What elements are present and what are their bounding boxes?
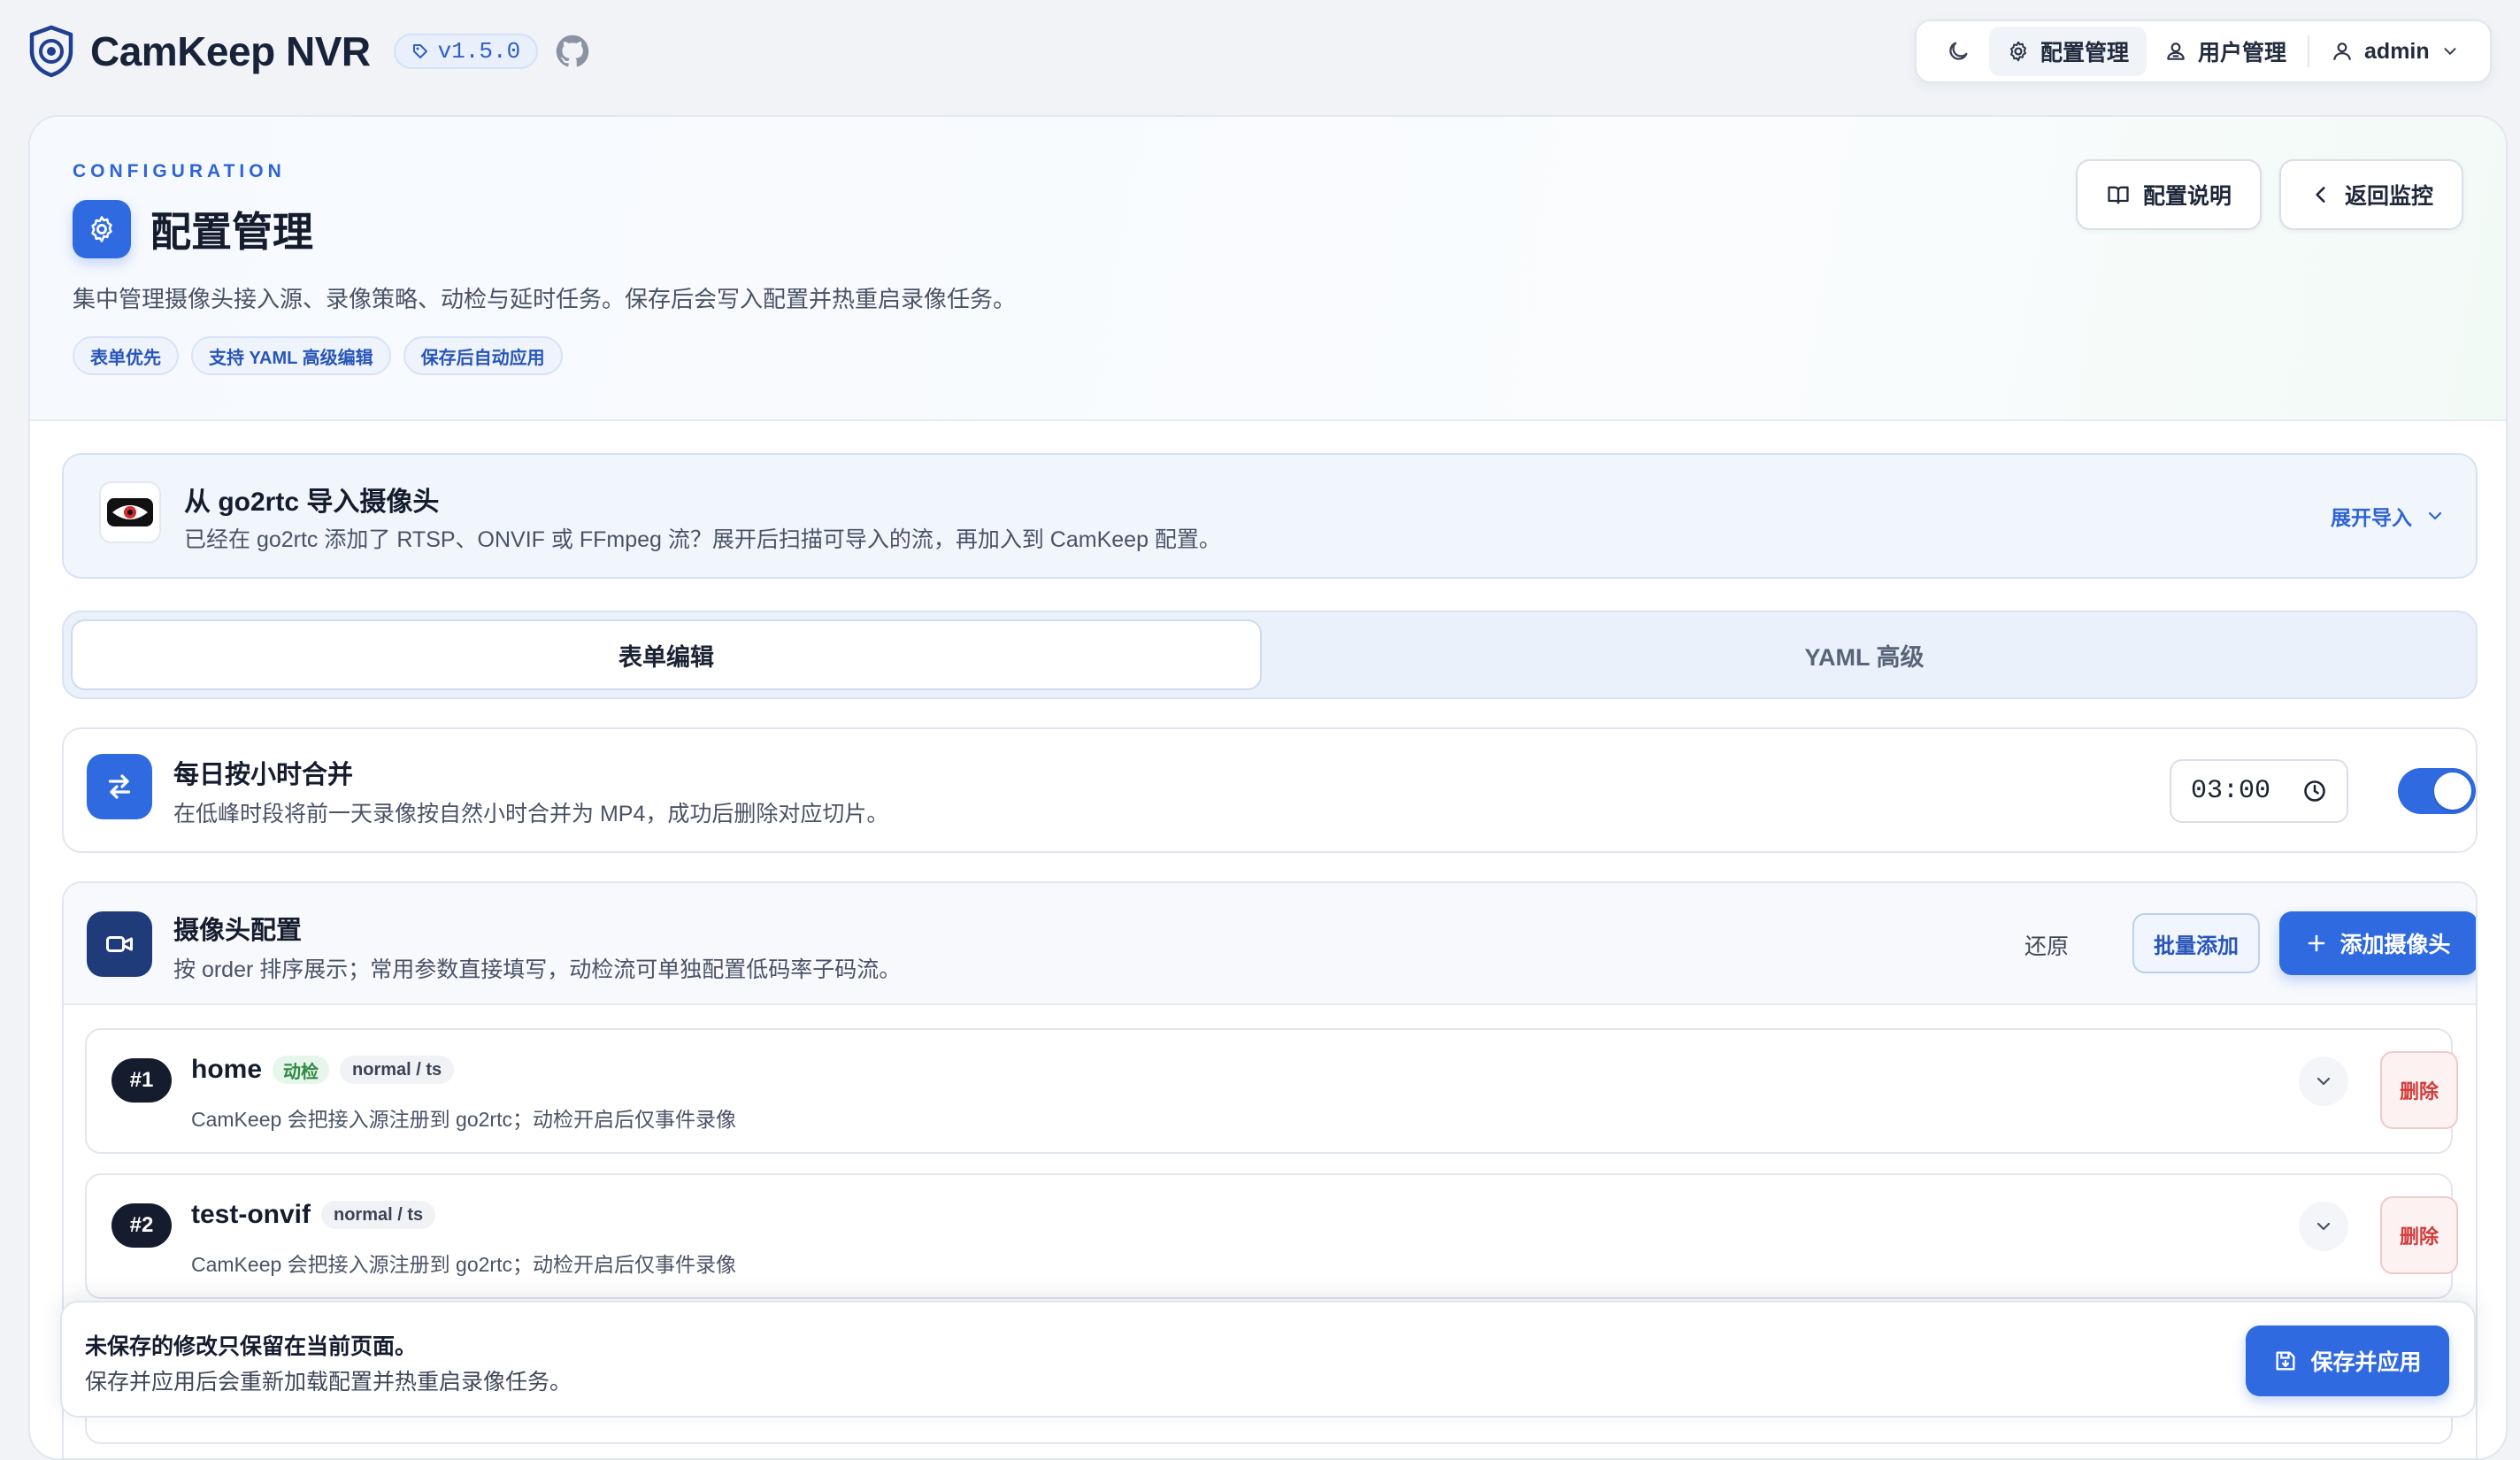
- toggle-knob: [2434, 772, 2471, 810]
- eyebrow-label: CONFIGURATION: [73, 161, 286, 181]
- settings-icon: [73, 200, 131, 258]
- merge-enabled-toggle[interactable]: [2398, 768, 2476, 814]
- plus-icon: [2306, 933, 2327, 954]
- camera-config-description: 按 order 排序展示；常用参数直接填写，动检流可单独配置低码率子码流。: [173, 957, 902, 982]
- version-text: v1.5.0: [437, 38, 521, 65]
- camera-name-row: home 动检 normal / ts: [191, 1055, 455, 1085]
- save-icon: [2273, 1349, 2298, 1373]
- brand[interactable]: CamKeep NVR v1.5.0: [28, 25, 589, 78]
- shield-logo-icon: [28, 25, 74, 78]
- nav-item-config[interactable]: 配置管理: [1989, 27, 2147, 76]
- camera-order-badge: #1: [111, 1058, 172, 1103]
- version-badge: v1.5.0: [393, 34, 539, 69]
- expand-import-label: 展开导入: [2331, 506, 2412, 529]
- import-title: 从 go2rtc 导入摄像头: [184, 488, 440, 517]
- app-title: CamKeep NVR: [90, 28, 371, 74]
- top-nav: 配置管理 用户管理 admin: [1915, 19, 2492, 83]
- expand-import-button[interactable]: 展开导入: [2331, 501, 2446, 531]
- go2rtc-logo-icon: [99, 481, 161, 543]
- header-actions: 配置说明 返回监控: [2075, 159, 2463, 230]
- feature-tag: 支持 YAML 高级编辑: [191, 336, 391, 375]
- nav-divider: [2308, 35, 2310, 67]
- editor-tabs: 表单编辑 YAML 高级: [62, 611, 2478, 699]
- batch-add-button[interactable]: 批量添加: [2132, 913, 2260, 973]
- back-button-label: 返回监控: [2344, 184, 2433, 209]
- expand-camera-button[interactable]: [2299, 1202, 2348, 1251]
- daily-merge-panel: 每日按小时合并 在低峰时段将前一天录像按自然小时合并为 MP4，成功后删除对应切…: [62, 727, 2478, 853]
- save-button-label: 保存并应用: [2310, 1350, 2422, 1375]
- merge-time-input[interactable]: 03:00: [2170, 759, 2348, 823]
- merge-title: 每日按小时合并: [173, 761, 354, 789]
- page-header: CONFIGURATION 配置管理 集中管理摄像头接入源、录像策略、动检与延时…: [30, 117, 2506, 421]
- tab-yaml-advanced[interactable]: YAML 高级: [1269, 619, 2460, 690]
- unsaved-message: 未保存的修改只保留在当前页面。: [85, 1334, 418, 1359]
- go2rtc-import-panel: 从 go2rtc 导入摄像头 已经在 go2rtc 添加了 RTSP、ONVIF…: [62, 453, 2478, 579]
- unsaved-hint: 保存并应用后会重新加载配置并热重启录像任务。: [85, 1370, 572, 1395]
- add-camera-button[interactable]: 添加摄像头: [2279, 911, 2476, 975]
- chevron-left-icon: [2309, 183, 2332, 206]
- chevron-down-icon: [2440, 42, 2460, 61]
- camera-name-row: test-onvif normal / ts: [191, 1200, 436, 1230]
- import-description: 已经在 go2rtc 添加了 RTSP、ONVIF 或 FFmpeg 流？展开后…: [184, 527, 1221, 552]
- unsaved-changes-bar: 未保存的修改只保留在当前页面。 保存并应用后会重新加载配置并热重启录像任务。 保…: [60, 1301, 2476, 1418]
- camera-description: CamKeep 会把接入源注册到 go2rtc；动检开启后仅事件录像: [191, 1253, 736, 1276]
- page-description: 集中管理摄像头接入源、录像策略、动检与延时任务。保存后会写入配置并热重启录像任务…: [73, 286, 1017, 312]
- config-card: CONFIGURATION 配置管理 集中管理摄像头接入源、录像策略、动检与延时…: [28, 115, 2508, 1460]
- merge-description: 在低峰时段将前一天录像按自然小时合并为 MP4，成功后删除对应切片。: [173, 802, 889, 826]
- camera-name: test-onvif: [191, 1200, 311, 1229]
- camera-order-badge: #2: [111, 1203, 172, 1248]
- username: admin: [2364, 38, 2430, 64]
- feature-tag: 保存后自动应用: [403, 336, 563, 375]
- camera-description: CamKeep 会把接入源注册到 go2rtc；动检开启后仅事件录像: [191, 1108, 736, 1131]
- camera-config-header: 摄像头配置 按 order 排序展示；常用参数直接填写，动检流可单独配置低码率子…: [64, 883, 2476, 1005]
- nav-item-users[interactable]: 用户管理: [2147, 27, 2304, 76]
- camera-config-title: 摄像头配置: [173, 917, 303, 945]
- camera-name: home: [191, 1055, 263, 1084]
- mode-badge: normal / ts: [340, 1056, 455, 1084]
- chevron-down-icon: [2313, 1071, 2334, 1092]
- docs-button-label: 配置说明: [2142, 184, 2232, 209]
- restore-button[interactable]: 还原: [2024, 929, 2069, 961]
- delete-camera-button[interactable]: 删除: [2380, 1196, 2458, 1274]
- delete-camera-button[interactable]: 删除: [2380, 1051, 2458, 1129]
- nav-item-label: 配置管理: [2040, 41, 2130, 65]
- merge-time-value: 03:00: [2191, 776, 2271, 806]
- github-icon[interactable]: [556, 35, 589, 68]
- gear-icon: [2007, 40, 2030, 63]
- docs-button[interactable]: 配置说明: [2075, 159, 2262, 230]
- moon-icon: [1946, 39, 1971, 64]
- feature-tag: 表单优先: [73, 336, 179, 375]
- save-and-apply-button[interactable]: 保存并应用: [2246, 1326, 2449, 1396]
- motion-badge: 动检: [273, 1056, 330, 1084]
- camera-item[interactable]: #2 test-onvif normal / ts CamKeep 会把接入源注…: [85, 1173, 2458, 1299]
- camera-item[interactable]: #1 home 动检 normal / ts CamKeep 会把接入源注册到 …: [85, 1028, 2458, 1154]
- chevron-down-icon: [2424, 505, 2446, 526]
- feature-tags: 表单优先 支持 YAML 高级编辑 保存后自动应用: [73, 336, 563, 375]
- add-camera-label: 添加摄像头: [2339, 933, 2451, 957]
- mode-badge: normal / ts: [321, 1201, 436, 1229]
- expand-camera-button[interactable]: [2299, 1057, 2348, 1106]
- tab-form-edit[interactable]: 表单编辑: [71, 619, 1262, 690]
- page-title: 配置管理: [150, 209, 313, 255]
- back-to-monitor-button[interactable]: 返回监控: [2278, 159, 2463, 230]
- user-menu[interactable]: admin: [2313, 27, 2478, 76]
- clock-icon: [2302, 779, 2327, 803]
- users-icon: [2164, 40, 2187, 63]
- chevron-down-icon: [2313, 1216, 2334, 1237]
- theme-toggle-button[interactable]: [1927, 27, 1989, 76]
- title-row: 配置管理: [73, 200, 313, 258]
- video-camera-icon: [87, 911, 152, 977]
- nav-item-label: 用户管理: [2198, 41, 2287, 65]
- top-bar: CamKeep NVR v1.5.0 配置管理 用户管理 admin: [0, 0, 2520, 106]
- book-icon: [2106, 182, 2131, 207]
- tag-icon: [411, 42, 429, 60]
- user-icon: [2331, 40, 2354, 63]
- swap-arrows-icon: [87, 754, 152, 819]
